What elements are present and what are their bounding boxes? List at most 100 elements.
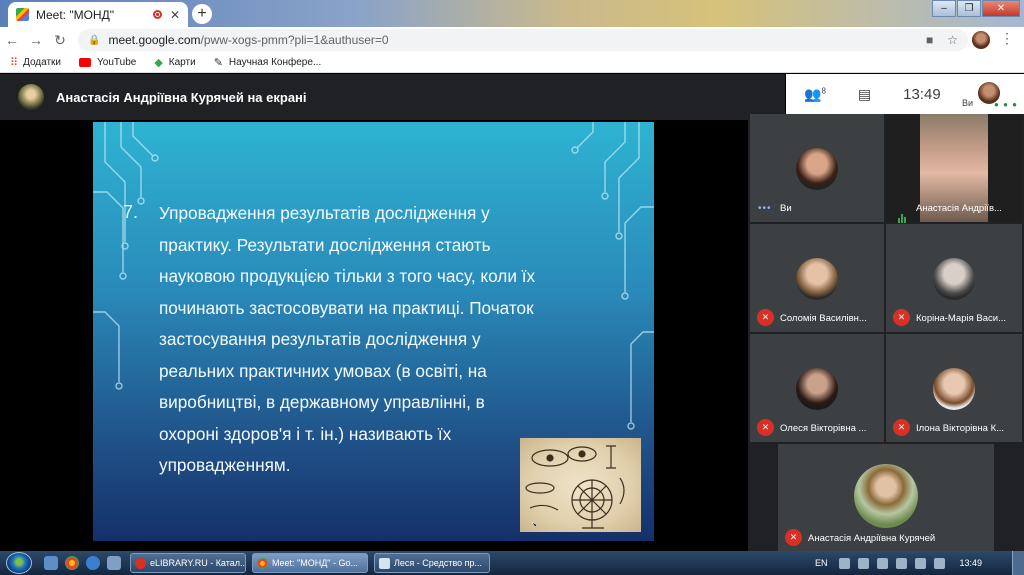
- astrolabe-drawing: [525, 445, 625, 529]
- participant-avatar: [796, 258, 838, 300]
- meet-favicon-icon: [16, 8, 29, 21]
- slide-line: науковою продукцією тільки з того часу, …: [159, 266, 536, 286]
- mic-off-icon: ✕: [757, 419, 774, 436]
- mic-off-icon: ✕: [893, 309, 910, 326]
- slide-line: виробництві, в державному управлінні, в: [159, 392, 485, 412]
- restore-icon[interactable]: ❐: [957, 0, 981, 17]
- language-indicator[interactable]: EN: [815, 558, 828, 568]
- participant-name: Ви: [780, 203, 792, 214]
- back-arrow-icon[interactable]: ←: [0, 32, 24, 48]
- speaking-indicator-icon: [898, 205, 908, 223]
- speaking-dots-icon: ● ● ●: [994, 100, 1018, 109]
- media-icon[interactable]: [107, 556, 121, 570]
- chrome-icon: [257, 557, 268, 569]
- screen: Meet: "МОНД" ✕ + – ❐ ✕ ← → ↻ 🔒 meet.goog…: [0, 0, 1024, 575]
- bookmark-apps[interactable]: ⠿ Додатки: [10, 56, 61, 69]
- participant-avatar: [796, 148, 838, 190]
- bookmark-maps[interactable]: ◆ Карти: [154, 56, 195, 69]
- participant-name: Анастасія Андріївна Курячей: [808, 533, 936, 544]
- quick-launch: [44, 556, 121, 570]
- recording-indicator-icon: [152, 10, 162, 19]
- browser-tab-meet[interactable]: Meet: "МОНД" ✕: [8, 2, 188, 27]
- minimize-icon[interactable]: –: [932, 0, 956, 17]
- taskbar-item-meet[interactable]: Meet: "МОНД" - Go...: [252, 553, 368, 573]
- reload-icon[interactable]: ↻: [48, 32, 72, 49]
- meeting-clock: 13:49: [903, 85, 941, 103]
- internet-explorer-icon[interactable]: [86, 556, 100, 570]
- taskbar-clock[interactable]: 13:49: [959, 558, 982, 568]
- browser-toolbar: ← → ↻ 🔒 meet.google.com /pww-xogs-pmm?pl…: [0, 27, 1024, 53]
- opera-icon: [135, 557, 146, 569]
- participant-avatar: [933, 368, 975, 410]
- presentation-slide: 7. Упровадження результатів дослідження …: [93, 122, 654, 541]
- image-viewer-icon: [379, 557, 390, 569]
- mic-off-icon: ✕: [757, 309, 774, 326]
- participant-tile[interactable]: ✕ Коріна-Марія Васи...: [886, 224, 1022, 332]
- bookmark-star-icon[interactable]: ☆: [947, 33, 958, 47]
- browser-profile-avatar[interactable]: [972, 31, 990, 49]
- participant-name: Анастасія Андріїв...: [916, 203, 1002, 214]
- participant-tile[interactable]: ✕ Ілона Вікторівна К...: [886, 334, 1022, 442]
- bluetooth-icon[interactable]: [877, 557, 889, 569]
- mic-off-icon: ✕: [785, 529, 802, 546]
- presenter-avatar: [18, 84, 44, 110]
- participants-panel: ••• Ви Анастасія Андріїв... ✕ Соломія Ва…: [748, 114, 1024, 552]
- app-tray-icon[interactable]: [858, 557, 870, 569]
- tab-close-icon[interactable]: ✕: [170, 8, 180, 22]
- presentation-stage: 7. Упровадження результатів дослідження …: [0, 120, 748, 545]
- show-desktop-button[interactable]: [1012, 551, 1024, 575]
- participant-tile-self[interactable]: ••• Ви: [750, 114, 884, 222]
- participant-tile[interactable]: ✕ Соломія Василівн...: [750, 224, 884, 332]
- slide-line: починають застосовувати на практиці. Поч…: [159, 297, 534, 318]
- participant-tile-speaking[interactable]: Анастасія Андріїв...: [886, 114, 1022, 223]
- participant-tile[interactable]: ✕ Анастасія Андріївна Курячей: [778, 444, 994, 552]
- mic-off-icon: ✕: [893, 419, 910, 436]
- self-label: Ви: [962, 98, 974, 108]
- volume-icon[interactable]: [934, 557, 946, 569]
- slide-line: реальних практичних умовах (в освіті, на: [159, 360, 487, 381]
- bookmarks-bar: ⠿ Додатки YouTube ◆ Карти ✎ Научная Конф…: [0, 53, 1024, 73]
- flag-icon[interactable]: [915, 557, 927, 569]
- window-controls: – ❐ ✕: [931, 0, 1020, 17]
- new-tab-button[interactable]: +: [192, 4, 212, 24]
- show-desktop-icon[interactable]: [44, 556, 58, 570]
- people-icon: 👥: [804, 85, 822, 102]
- conference-icon: ✎: [213, 57, 223, 69]
- meet-top-controls: 👥8 ▤ 13:49 Ви ● ● ●: [786, 74, 1024, 114]
- slide-line: застосування результатів дослідження у: [159, 329, 481, 349]
- apps-icon: ⠿: [10, 57, 18, 69]
- bookmark-youtube[interactable]: YouTube: [79, 57, 136, 68]
- chat-icon[interactable]: ▤: [858, 86, 871, 103]
- slide-line: Упровадження результатів дослідження у: [159, 203, 490, 223]
- browser-menu-icon[interactable]: ⋮: [1000, 30, 1014, 47]
- participant-avatar: [854, 464, 918, 528]
- participant-menu-dots-icon[interactable]: •••: [758, 203, 772, 214]
- chrome-icon[interactable]: [65, 556, 79, 570]
- bookmark-conference[interactable]: ✎ Научная Конфере...: [214, 56, 322, 69]
- people-button[interactable]: 👥8: [804, 86, 826, 103]
- address-bar[interactable]: 🔒 meet.google.com /pww-xogs-pmm?pli=1&au…: [78, 29, 968, 51]
- tab-title: Meet: "МОНД": [36, 7, 114, 22]
- presenter-title: Анастасія Андріївна Курячей на екрані: [56, 89, 307, 105]
- taskbar-item-lesya[interactable]: Леся - Средство пр...: [374, 553, 490, 573]
- participant-name: Коріна-Марія Васи...: [916, 313, 1006, 324]
- participant-name: Олеся Вікторівна ...: [780, 423, 867, 434]
- system-tray: EN 13:49: [815, 551, 1024, 575]
- participant-count: 8: [821, 85, 826, 95]
- url-host: meet.google.com: [108, 33, 201, 47]
- lock-icon: 🔒: [88, 34, 101, 46]
- start-button[interactable]: [6, 552, 32, 574]
- help-icon[interactable]: [839, 557, 851, 569]
- participant-tile[interactable]: ✕ Олеся Вікторівна ...: [750, 334, 884, 442]
- participant-name: Ілона Вікторівна К...: [916, 423, 1005, 434]
- browser-tab-strip: Meet: "МОНД" ✕ + – ❐ ✕: [0, 0, 1024, 27]
- window-close-icon[interactable]: ✕: [982, 0, 1020, 17]
- camera-in-use-icon[interactable]: ■: [926, 33, 933, 47]
- url-path: /pww-xogs-pmm?pli=1&authuser=0: [200, 33, 389, 47]
- taskbar-item-elibrary[interactable]: eLIBRARY.RU - Катал...: [130, 553, 246, 573]
- slide-item-number: 7.: [123, 202, 139, 222]
- forward-arrow-icon[interactable]: →: [24, 32, 48, 48]
- participant-avatar: [933, 258, 975, 300]
- presentation-header: Анастасія Андріївна Курячей на екрані: [0, 74, 785, 120]
- network-icon[interactable]: [896, 557, 908, 569]
